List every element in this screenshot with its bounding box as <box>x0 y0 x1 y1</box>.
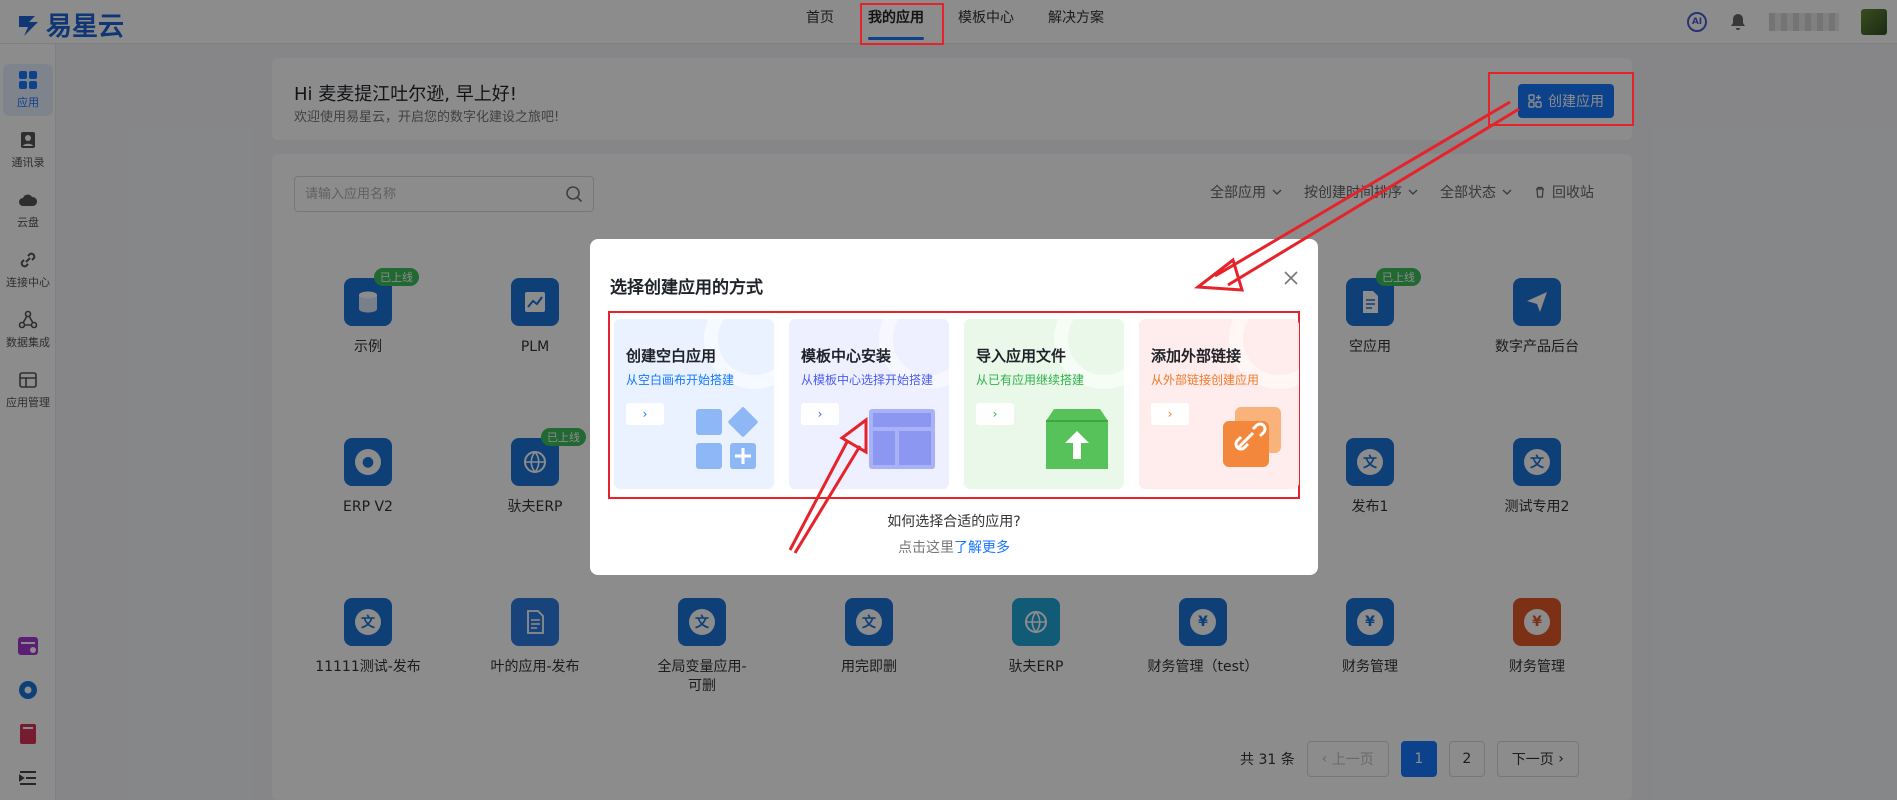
arrow-right-icon[interactable]: › <box>1151 403 1189 425</box>
card-title: 添加外部链接 <box>1151 347 1242 365</box>
highlight-create-button <box>1488 72 1634 126</box>
help-prefix: 点击这里 <box>898 540 954 556</box>
highlight-my-apps <box>860 3 944 45</box>
upload-box-icon <box>1046 409 1108 469</box>
option-template-install[interactable]: 模板中心安装 从模板中心选择开始搭建 › <box>789 319 949 489</box>
external-link-icon <box>1223 407 1281 467</box>
card-subtitle: 从空白画布开始搭建 <box>626 373 735 387</box>
arrow-right-icon[interactable]: › <box>626 403 664 425</box>
option-external-link[interactable]: 添加外部链接 从外部链接创建应用 › <box>1139 319 1299 489</box>
card-title: 模板中心安装 <box>801 347 892 365</box>
blocks-icon <box>696 407 758 469</box>
card-title: 导入应用文件 <box>976 347 1067 365</box>
card-subtitle: 从已有应用继续搭建 <box>976 373 1085 387</box>
template-layout-icon <box>869 409 935 469</box>
option-import-file[interactable]: 导入应用文件 从已有应用继续搭建 › <box>964 319 1124 489</box>
card-subtitle: 从外部链接创建应用 <box>1151 373 1260 387</box>
learn-more-link[interactable]: 了解更多 <box>954 540 1010 556</box>
card-subtitle: 从模板中心选择开始搭建 <box>801 373 934 387</box>
dialog-title: 选择创建应用的方式 <box>610 278 763 298</box>
option-blank-app[interactable]: 创建空白应用 从空白画布开始搭建 › <box>614 319 774 489</box>
arrow-right-icon[interactable]: › <box>976 403 1014 425</box>
create-app-dialog: 选择创建应用的方式 创建空白应用 从空白画布开始搭建 › 模板中心安装 从模板中… <box>590 239 1318 575</box>
card-title: 创建空白应用 <box>626 347 717 365</box>
close-icon[interactable] <box>1282 269 1300 287</box>
help-question: 如何选择合适的应用? <box>887 514 1021 530</box>
help-row: 点击这里了解更多 <box>590 537 1318 557</box>
arrow-right-icon[interactable]: › <box>801 403 839 425</box>
